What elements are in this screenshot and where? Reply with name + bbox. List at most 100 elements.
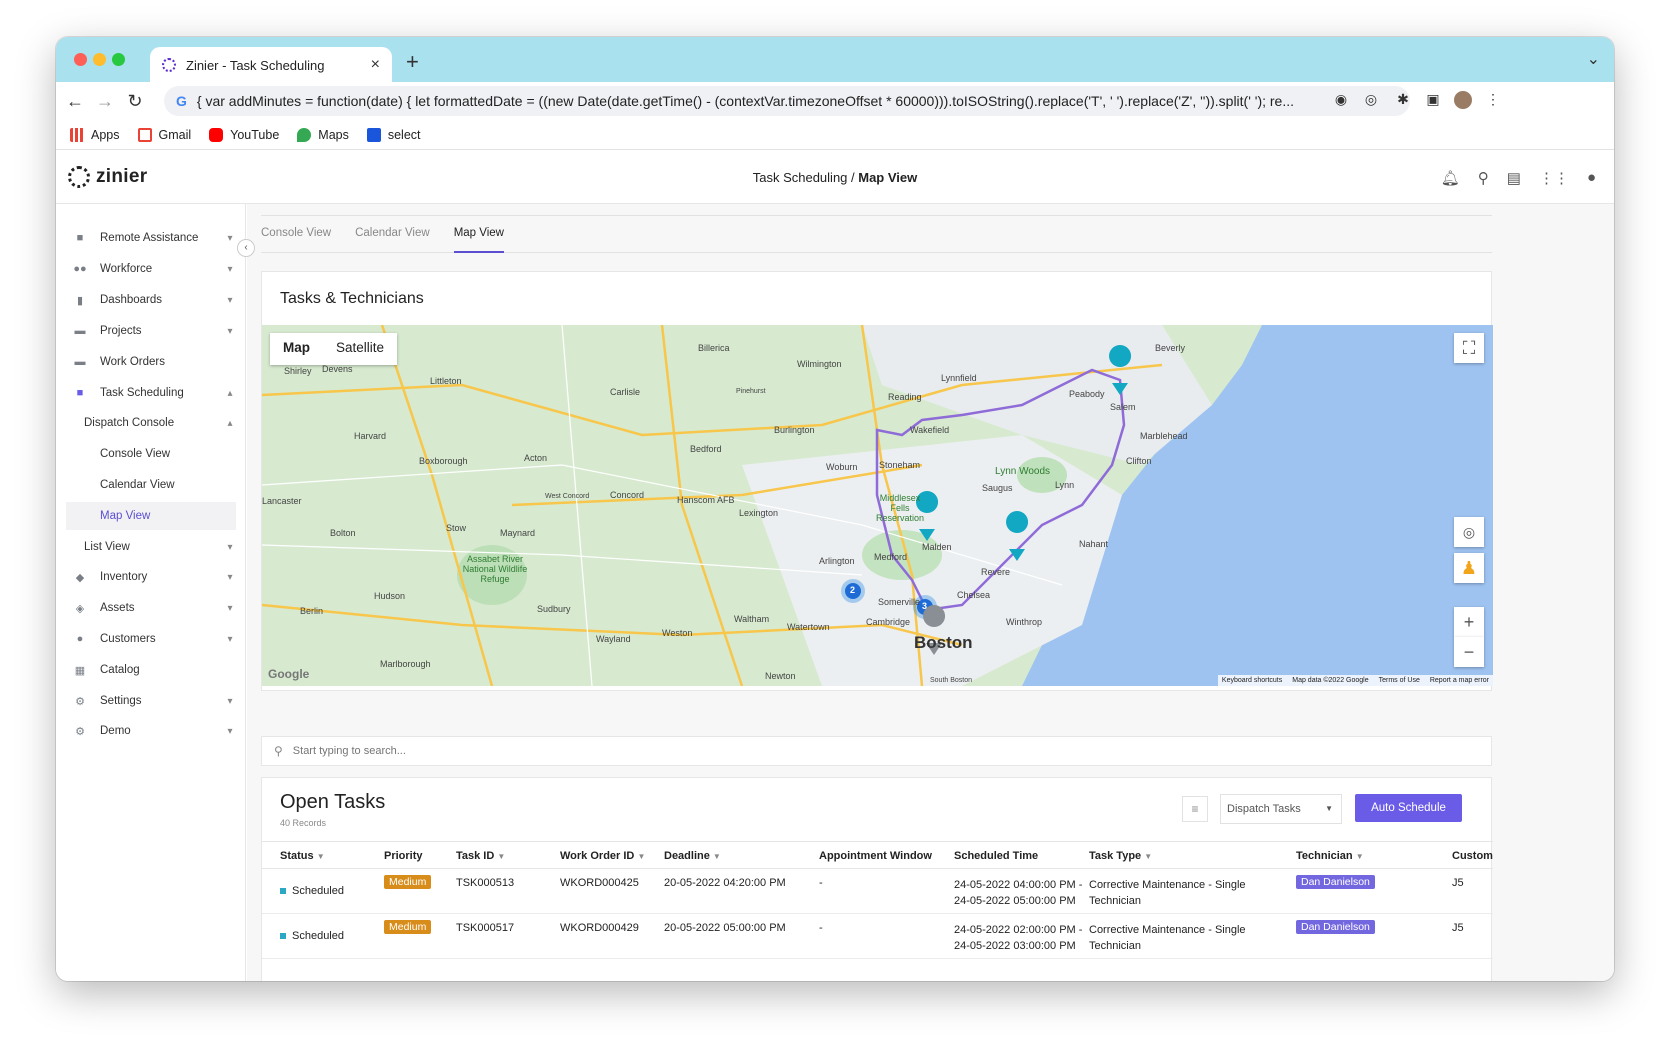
column-header-scheduled-time[interactable]: Scheduled Time [954,850,1038,862]
sidebar-item-remote-assistance[interactable]: ■ Remote Assistance ▾ [56,224,246,252]
my-location-icon[interactable]: ◎ [1454,517,1484,547]
reload-button[interactable]: ↻ [120,91,150,112]
map-type-satellite-button[interactable]: Satellite [323,333,397,365]
zoom-window-button[interactable] [112,53,125,66]
sidebar-item-catalog[interactable]: ▦ Catalog [56,656,246,684]
cluster-label[interactable]: 2 [850,585,855,595]
terms-link[interactable]: Terms of Use [1379,677,1420,684]
work-order-cell[interactable]: WKORD000425 [560,877,639,889]
user-icon[interactable]: ● [1587,169,1596,187]
bookmark-select[interactable]: select [366,127,421,142]
tab-map-view[interactable]: Map View [453,215,504,253]
cluster-label[interactable]: 3 [922,601,927,611]
column-header-task-type[interactable]: Task Type ▼ [1089,850,1152,862]
sidebar-item-workforce[interactable]: ●● Workforce ▾ [56,255,246,283]
extension-g-icon[interactable]: ◎ [1362,91,1380,109]
sidebar-item-calendar-view[interactable]: Calendar View [56,471,246,499]
column-header-technician[interactable]: Technician ▼ [1296,850,1364,862]
open-tasks-title: Open Tasks [280,791,386,813]
gear-icon: ⚙ [75,725,85,738]
sidebar-item-inventory[interactable]: ◆ Inventory ▾ [56,563,246,591]
location-pin-icon[interactable]: ⚲ [1478,169,1489,187]
table-row[interactable]: Scheduled Medium TSK000517 WKORD000429 2… [262,915,1493,959]
sort-caret-icon: ▼ [316,852,325,861]
back-button[interactable]: ← [60,91,90,112]
sidebar-item-demo[interactable]: ⚙ Demo ▾ [56,717,246,745]
column-header-appointment-window[interactable]: Appointment Window [819,850,932,862]
browser-tab[interactable]: Zinier - Task Scheduling × [150,47,392,83]
breadcrumb-parent[interactable]: Task Scheduling [753,170,848,185]
filter-icon[interactable]: ≡ [1182,796,1208,822]
forward-button[interactable]: → [90,91,120,112]
scheduled-time-cell: 24-05-2022 02:00:00 PM -24-05-2022 03:00… [954,924,1083,952]
table-row[interactable]: Scheduled Medium TSK000513 WKORD000425 2… [262,870,1493,914]
menu-kebab-icon[interactable]: ⋮ [1484,91,1502,109]
map-card: Tasks & Technicians 2 3 Billerica Wilmin… [261,271,1493,691]
bookmark-youtube[interactable]: YouTube [209,127,279,142]
sidebar-item-settings[interactable]: ⚙ Settings ▾ [56,687,246,715]
place-label: Devens [322,364,353,374]
tab-calendar-view[interactable]: Calendar View [355,215,430,253]
sidebar-item-map-view[interactable]: Map View [66,502,236,530]
chevron-down-icon: ▾ [227,633,233,645]
address-bar[interactable]: G { var addMinutes = function(date) { le… [164,86,1410,116]
search-bar: ⚲ [261,736,1492,766]
bookmark-apps[interactable]: Apps [70,127,120,142]
apps-grid-icon [70,127,84,142]
dispatch-tasks-select[interactable]: Dispatch Tasks ▼ [1220,794,1342,824]
bookmark-maps[interactable]: Maps [297,127,349,142]
sidebar-item-task-scheduling[interactable]: ■ Task Scheduling ▴ [56,379,246,407]
place-label: Berlin [300,606,324,616]
minimize-window-button[interactable] [93,53,106,66]
task-id-cell[interactable]: TSK000517 [456,922,514,934]
sidebar-item-console-view[interactable]: Console View [56,440,246,468]
chat-icon[interactable]: ▤ [1507,169,1521,187]
column-header-customer[interactable]: Custom [1452,850,1493,862]
sidebar-item-projects[interactable]: ▬ Projects ▾ [56,317,246,345]
sidebar-item-dashboards[interactable]: ▮ Dashboards ▾ [56,286,246,314]
sidebar-item-dispatch-console[interactable]: Dispatch Console ▴ [56,409,246,437]
auto-schedule-button[interactable]: Auto Schedule [1355,794,1462,822]
task-id-cell[interactable]: TSK000513 [456,877,514,889]
new-tab-button[interactable]: + [406,49,419,75]
column-header-work-order-id[interactable]: Work Order ID ▼ [560,850,645,862]
search-input[interactable] [292,745,893,757]
sidebar-item-customers[interactable]: ● Customers ▾ [56,625,246,653]
profile-avatar[interactable] [1454,91,1472,109]
map-type-map-button[interactable]: Map [270,333,323,365]
technician-badge[interactable]: Dan Danielson [1296,920,1375,934]
sidebar-item-work-orders[interactable]: ▬ Work Orders [56,348,246,376]
priority-badge: Medium [384,875,432,889]
map[interactable]: 2 3 Billerica Wilmington Beverly Lynnfie… [262,325,1493,686]
fullscreen-icon[interactable]: ⛶ [1454,333,1484,363]
column-header-task-id[interactable]: Task ID ▼ [456,850,505,862]
zoom-in-button[interactable]: + [1454,607,1484,637]
report-error-link[interactable]: Report a map error [1430,677,1489,684]
sidebar-collapse-button[interactable]: ‹ [237,239,255,257]
priority-cell: Medium [384,920,432,934]
close-tab-icon[interactable]: × [371,56,380,74]
bell-icon[interactable]: 🔔︎ [1441,169,1460,187]
extension-circle-icon[interactable]: ◉ [1332,91,1350,109]
youtube-icon [209,127,224,142]
apps-grid-icon[interactable]: ⋮⋮ [1539,169,1569,187]
zoom-out-button[interactable]: − [1454,637,1484,667]
sort-caret-icon: ▼ [1144,852,1153,861]
work-order-cell[interactable]: WKORD000429 [560,922,639,934]
sidebar-item-list-view[interactable]: List View ▾ [56,533,246,561]
column-header-deadline[interactable]: Deadline ▼ [664,850,721,862]
sidepanel-icon[interactable]: ▣ [1424,91,1442,109]
tab-console-view[interactable]: Console View [261,215,331,253]
keyboard-shortcuts-link[interactable]: Keyboard shortcuts [1222,677,1282,684]
technician-badge[interactable]: Dan Danielson [1296,875,1375,889]
place-label: Middlesex Fells Reservation [875,493,925,523]
pegman-icon[interactable]: ♟ [1454,553,1484,583]
place-label: Lynn Woods [995,466,1051,477]
tab-search-chevron-icon[interactable]: ⌄ [1587,49,1600,69]
puzzle-icon[interactable]: ✱ [1394,91,1412,109]
column-header-priority[interactable]: Priority [384,850,423,862]
close-window-button[interactable] [74,53,87,66]
sidebar-item-assets[interactable]: ◈ Assets ▾ [56,594,246,622]
column-header-status[interactable]: Status ▼ [280,850,325,862]
bookmark-gmail[interactable]: Gmail [137,127,191,142]
